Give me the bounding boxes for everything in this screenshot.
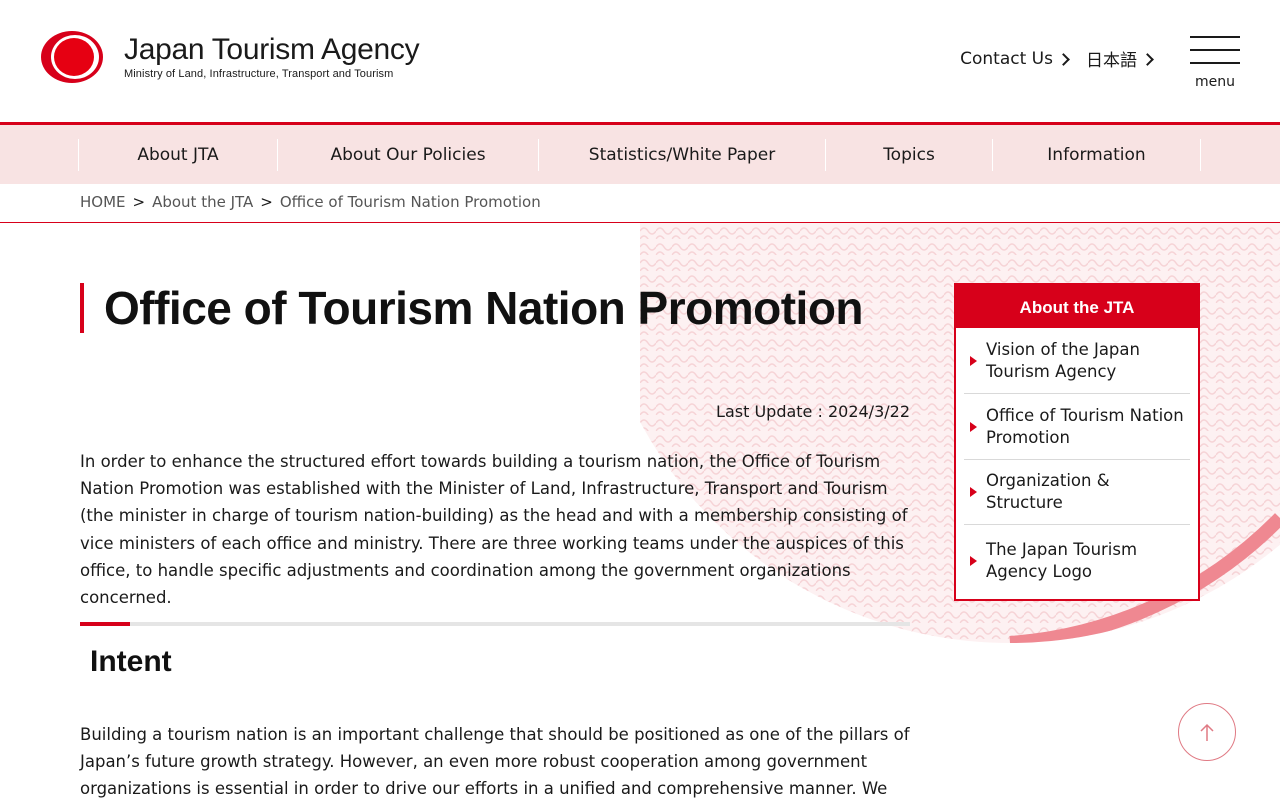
header-links: Contact Us 日本語 <box>960 46 1154 71</box>
triangle-right-icon <box>970 355 977 366</box>
back-to-top-button[interactable] <box>1178 703 1236 761</box>
nav-item-about-our-policies[interactable]: About Our Policies <box>277 139 538 171</box>
global-nav: About JTA About Our Policies Statistics/… <box>0 122 1280 184</box>
red-circle-logo-icon <box>40 29 104 85</box>
contact-us-label: Contact Us <box>960 48 1053 69</box>
logo-subtitle: Ministry of Land, Infrastructure, Transp… <box>124 68 394 80</box>
site-logo[interactable]: Japan Tourism Agency Ministry of Land, I… <box>40 29 420 85</box>
nav-item-topics[interactable]: Topics <box>825 139 992 171</box>
intro-paragraph: In order to enhance the structured effor… <box>80 452 908 608</box>
logo-text: Japan Tourism Agency Ministry of Land, I… <box>124 33 420 81</box>
language-link[interactable]: 日本語 <box>1086 46 1154 71</box>
side-item-label: The Japan Tourism Agency Logo <box>986 540 1138 581</box>
site-header: Japan Tourism Agency Ministry of Land, I… <box>0 0 1280 122</box>
chevron-right-icon <box>1141 52 1154 66</box>
breadcrumb: HOME > About the JTA > Office of Tourism… <box>0 184 1280 223</box>
side-menu-list: Vision of the Japan Tourism Agency Offic… <box>956 328 1198 597</box>
side-menu: About the JTA Vision of the Japan Touris… <box>954 283 1200 601</box>
intent-paragraph: Building a tourism nation is an importan… <box>80 725 910 799</box>
side-item-label: Vision of the Japan Tourism Agency <box>986 339 1140 381</box>
last-update: Last Update : 2024/3/22 <box>716 402 910 421</box>
nav-items: About JTA About Our Policies Statistics/… <box>78 139 1201 171</box>
triangle-right-icon <box>970 421 977 432</box>
arrow-up-icon <box>1200 723 1214 741</box>
side-item-office-promotion[interactable]: Office of Tourism Nation Promotion <box>964 394 1190 460</box>
side-item-logo[interactable]: The Japan Tourism Agency Logo <box>964 525 1190 597</box>
side-item-vision[interactable]: Vision of the Japan Tourism Agency <box>964 328 1190 394</box>
side-menu-heading[interactable]: About the JTA <box>956 285 1198 328</box>
breadcrumb-current: Office of Tourism Nation Promotion <box>279 193 541 211</box>
section-title-intent: Intent <box>90 645 172 678</box>
nav-item-about-jta[interactable]: About JTA <box>78 139 277 171</box>
side-item-label: Organization & Structure <box>986 471 1110 512</box>
breadcrumb-about-jta[interactable]: About the JTA <box>152 193 253 211</box>
hamburger-line-icon <box>1190 62 1240 64</box>
nav-item-information[interactable]: Information <box>992 139 1201 171</box>
chevron-right-icon <box>1057 52 1070 66</box>
triangle-right-icon <box>970 487 977 497</box>
side-item-label: Office of Tourism Nation Promotion <box>986 405 1184 447</box>
language-label: 日本語 <box>1086 51 1137 71</box>
breadcrumb-items: HOME > About the JTA > Office of Tourism… <box>80 193 541 211</box>
nav-item-statistics-white-paper[interactable]: Statistics/White Paper <box>538 139 825 171</box>
contact-us-link[interactable]: Contact Us <box>960 46 1070 71</box>
section-divider <box>80 622 910 626</box>
menu-label: menu <box>1195 74 1235 90</box>
logo-title: Japan Tourism Agency <box>124 33 420 66</box>
breadcrumb-home[interactable]: HOME <box>80 193 126 211</box>
hamburger-line-icon <box>1190 36 1240 38</box>
menu-button[interactable]: menu <box>1190 36 1240 94</box>
breadcrumb-separator: > <box>260 193 273 211</box>
side-item-organization[interactable]: Organization & Structure <box>964 460 1190 525</box>
triangle-right-icon <box>970 556 977 566</box>
hamburger-line-icon <box>1190 49 1240 51</box>
section-divider-accent <box>80 622 130 626</box>
breadcrumb-separator: > <box>132 193 146 211</box>
page-title: Office of Tourism Nation Promotion <box>80 283 864 333</box>
